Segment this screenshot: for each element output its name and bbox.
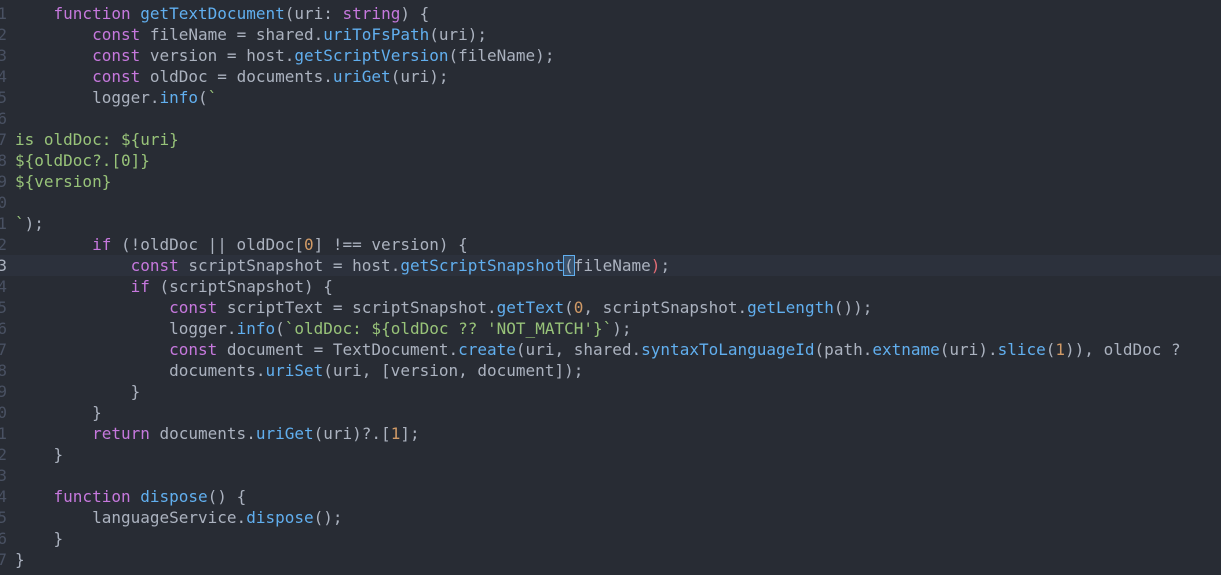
line-code[interactable]: } — [15, 381, 141, 402]
line-code[interactable]: ${version} — [15, 171, 111, 192]
line-code[interactable]: const scriptSnapshot = host.getScriptSna… — [15, 255, 670, 276]
line-code[interactable]: languageService.dispose(); — [15, 507, 342, 528]
code-line[interactable]: 7} — [0, 549, 1221, 570]
line-number: 7 — [0, 130, 7, 149]
code-line[interactable]: 1 function getTextDocument(uri: string) … — [0, 3, 1221, 24]
line-number: 5 — [0, 508, 7, 527]
line-number: 4 — [0, 277, 7, 296]
line-code[interactable]: const scriptText = scriptSnapshot.getTex… — [15, 297, 872, 318]
line-code[interactable]: const fileName = shared.uriToFsPath(uri)… — [15, 24, 487, 45]
code-line[interactable]: 6 — [0, 108, 1221, 129]
line-number: 5 — [0, 298, 7, 317]
code-line[interactable]: 2 const fileName = shared.uriToFsPath(ur… — [0, 24, 1221, 45]
line-number: 1 — [0, 214, 7, 233]
line-number: 9 — [0, 172, 7, 191]
line-number: 2 — [0, 25, 7, 44]
line-number: 6 — [0, 529, 7, 548]
code-line[interactable]: 2 if (!oldDoc || oldDoc[0] !== version) … — [0, 234, 1221, 255]
line-number: 3 — [0, 256, 7, 275]
line-code[interactable]: return documents.uriGet(uri)?.[1]; — [15, 423, 420, 444]
line-number: 1 — [0, 424, 7, 443]
line-number: 0 — [0, 193, 7, 212]
line-code[interactable]: } — [15, 549, 25, 570]
code-line[interactable]: 9 ${version} — [0, 171, 1221, 192]
code-line[interactable]: 0 — [0, 192, 1221, 213]
code-line[interactable]: 3 — [0, 465, 1221, 486]
line-number: 6 — [0, 319, 7, 338]
code-line[interactable]: 8 documents.uriSet(uri, [version, docume… — [0, 360, 1221, 381]
line-code[interactable]: } — [15, 402, 102, 423]
code-line[interactable]: 7 is oldDoc: ${uri} — [0, 129, 1221, 150]
line-number: 6 — [0, 109, 7, 128]
code-line[interactable]: 8 ${oldDoc?.[0]} — [0, 150, 1221, 171]
code-line[interactable]: 4 const oldDoc = documents.uriGet(uri); — [0, 66, 1221, 87]
code-line[interactable]: 7 const document = TextDocument.create(u… — [0, 339, 1221, 360]
line-code[interactable]: logger.info(`oldDoc: ${oldDoc ?? 'NOT_MA… — [15, 318, 631, 339]
code-line[interactable]: 0 } — [0, 402, 1221, 423]
code-line[interactable]: 9 } — [0, 381, 1221, 402]
line-code[interactable]: logger.info(` — [15, 87, 217, 108]
line-code[interactable]: function getTextDocument(uri: string) { — [15, 3, 430, 24]
code-line[interactable]: 6 } — [0, 528, 1221, 549]
line-number: 2 — [0, 445, 7, 464]
code-line[interactable]: 5 languageService.dispose(); — [0, 507, 1221, 528]
line-number: 1 — [0, 4, 7, 23]
line-code[interactable]: documents.uriSet(uri, [version, document… — [15, 360, 583, 381]
line-number: 2 — [0, 235, 7, 254]
line-code[interactable]: if (!oldDoc || oldDoc[0] !== version) { — [15, 234, 468, 255]
code-line[interactable]: 2 } — [0, 444, 1221, 465]
line-code[interactable]: ${oldDoc?.[0]} — [15, 150, 150, 171]
line-number: 8 — [0, 151, 7, 170]
line-number: 8 — [0, 361, 7, 380]
code-line[interactable]: 4 function dispose() { — [0, 486, 1221, 507]
line-code[interactable]: } — [15, 444, 64, 465]
code-line[interactable]: 6 logger.info(`oldDoc: ${oldDoc ?? 'NOT_… — [0, 318, 1221, 339]
code-line[interactable]: 3 const scriptSnapshot = host.getScriptS… — [0, 255, 1221, 276]
line-number: 7 — [0, 550, 7, 569]
line-code[interactable]: `); — [15, 213, 44, 234]
line-number: 0 — [0, 403, 7, 422]
line-number: 9 — [0, 382, 7, 401]
code-line[interactable]: 1 `); — [0, 213, 1221, 234]
line-code[interactable]: } — [15, 528, 64, 549]
line-number: 3 — [0, 466, 7, 485]
line-code[interactable]: function dispose() { — [15, 486, 247, 507]
line-number: 4 — [0, 67, 7, 86]
code-editor[interactable]: 1 function getTextDocument(uri: string) … — [0, 0, 1221, 575]
line-number: 3 — [0, 46, 7, 65]
code-line[interactable]: 3 const version = host.getScriptVersion(… — [0, 45, 1221, 66]
code-line[interactable]: 5 const scriptText = scriptSnapshot.getT… — [0, 297, 1221, 318]
line-code[interactable]: const oldDoc = documents.uriGet(uri); — [15, 66, 448, 87]
line-number: 4 — [0, 487, 7, 506]
line-code[interactable]: const document = TextDocument.create(uri… — [15, 339, 1181, 360]
line-number: 5 — [0, 88, 7, 107]
code-line[interactable]: 5 logger.info(` — [0, 87, 1221, 108]
code-line[interactable]: 4 if (scriptSnapshot) { — [0, 276, 1221, 297]
line-code[interactable]: is oldDoc: ${uri} — [15, 129, 179, 150]
line-code[interactable]: const version = host.getScriptVersion(fi… — [15, 45, 554, 66]
code-line[interactable]: 1 return documents.uriGet(uri)?.[1]; — [0, 423, 1221, 444]
line-code[interactable]: if (scriptSnapshot) { — [15, 276, 333, 297]
line-number: 7 — [0, 340, 7, 359]
